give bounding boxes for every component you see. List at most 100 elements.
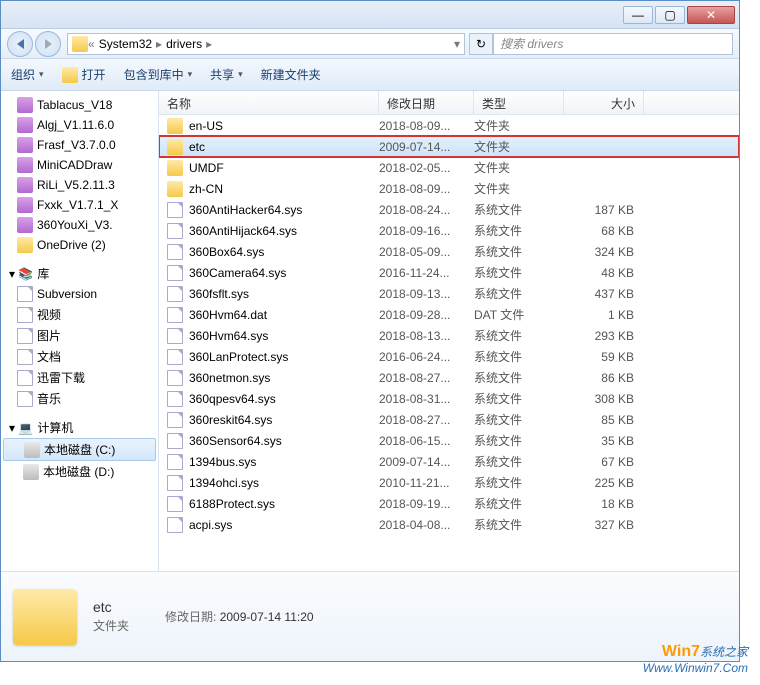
share-menu[interactable]: 共享 bbox=[210, 66, 243, 83]
tree-item[interactable]: 视频 bbox=[3, 304, 156, 325]
rar-icon bbox=[17, 137, 33, 153]
tree-item[interactable]: 文档 bbox=[3, 346, 156, 367]
tree-item[interactable]: MiniCADDraw bbox=[3, 155, 156, 175]
breadcrumb-item[interactable]: drivers bbox=[162, 37, 206, 51]
tree-item[interactable]: 迅雷下载 bbox=[3, 367, 156, 388]
details-type: 文件夹 bbox=[93, 617, 129, 634]
table-row[interactable]: 360Box64.sys2018-05-09...系统文件324 KB bbox=[159, 241, 739, 262]
table-row[interactable]: 360Hvm64.sys2018-08-13...系统文件293 KB bbox=[159, 325, 739, 346]
file-icon bbox=[167, 433, 183, 449]
breadcrumb[interactable]: « System32 ▸ drivers ▸ ▾ bbox=[67, 33, 465, 55]
folder-icon bbox=[72, 36, 88, 52]
column-headers: 名称 修改日期 类型 大小 bbox=[159, 91, 739, 115]
tree-drive[interactable]: 本地磁盘 (D:) bbox=[3, 461, 156, 482]
folder-icon bbox=[167, 139, 183, 155]
tree-libraries[interactable]: ▾ 📚 库 bbox=[3, 263, 156, 284]
breadcrumb-item[interactable]: System32 bbox=[95, 37, 156, 51]
folder-icon bbox=[167, 160, 183, 176]
new-folder-button[interactable]: 新建文件夹 bbox=[261, 66, 321, 83]
lib-icon bbox=[17, 286, 33, 302]
table-row[interactable]: 1394ohci.sys2010-11-21...系统文件225 KB bbox=[159, 472, 739, 493]
col-date[interactable]: 修改日期 bbox=[379, 91, 474, 114]
file-icon bbox=[167, 307, 183, 323]
folder-icon bbox=[13, 589, 77, 645]
lib-icon bbox=[17, 328, 33, 344]
drive-icon bbox=[23, 464, 39, 480]
file-icon bbox=[167, 370, 183, 386]
table-row[interactable]: en-US2018-08-09...文件夹 bbox=[159, 115, 739, 136]
folder-icon bbox=[17, 237, 33, 253]
table-row[interactable]: UMDF2018-02-05...文件夹 bbox=[159, 157, 739, 178]
tree-item[interactable]: 360YouXi_V3. bbox=[3, 215, 156, 235]
lib-icon bbox=[17, 349, 33, 365]
titlebar: — ▢ ✕ bbox=[1, 1, 739, 29]
tree-item[interactable]: Subversion bbox=[3, 284, 156, 304]
table-row[interactable]: 360reskit64.sys2018-08-27...系统文件85 KB bbox=[159, 409, 739, 430]
list-pane: 名称 修改日期 类型 大小 en-US2018-08-09...文件夹etc20… bbox=[159, 91, 739, 571]
tree-item[interactable]: Algj_V1.11.6.0 bbox=[3, 115, 156, 135]
minimize-button[interactable]: — bbox=[623, 6, 653, 24]
table-row[interactable]: 360AntiHacker64.sys2018-08-24...系统文件187 … bbox=[159, 199, 739, 220]
tree-item[interactable]: 音乐 bbox=[3, 388, 156, 409]
close-button[interactable]: ✕ bbox=[687, 6, 735, 24]
open-button[interactable]: 打开 bbox=[62, 66, 106, 83]
organize-menu[interactable]: 组织 bbox=[11, 66, 44, 83]
maximize-button[interactable]: ▢ bbox=[655, 6, 685, 24]
forward-button[interactable] bbox=[35, 31, 61, 57]
file-icon bbox=[167, 517, 183, 533]
refresh-button[interactable]: ↻ bbox=[469, 33, 493, 55]
search-input[interactable]: 搜索 drivers bbox=[493, 33, 733, 55]
details-pane: etc 文件夹 修改日期: 2009-07-14 11:20 bbox=[1, 571, 739, 661]
drive-icon bbox=[24, 442, 40, 458]
include-library-menu[interactable]: 包含到库中 bbox=[124, 66, 193, 83]
lib-icon bbox=[17, 307, 33, 323]
open-icon bbox=[62, 67, 78, 83]
toolbar: 组织 打开 包含到库中 共享 新建文件夹 bbox=[1, 59, 739, 91]
col-type[interactable]: 类型 bbox=[474, 91, 564, 114]
rar-icon bbox=[17, 217, 33, 233]
file-icon bbox=[167, 496, 183, 512]
file-icon bbox=[167, 328, 183, 344]
body: Tablacus_V18Algj_V1.11.6.0Frasf_V3.7.0.0… bbox=[1, 91, 739, 571]
tree-item[interactable]: Frasf_V3.7.0.0 bbox=[3, 135, 156, 155]
table-row[interactable]: acpi.sys2018-04-08...系统文件327 KB bbox=[159, 514, 739, 535]
col-name[interactable]: 名称 bbox=[159, 91, 379, 114]
tree-computer[interactable]: ▾ 💻 计算机 bbox=[3, 417, 156, 438]
tree-item[interactable]: OneDrive (2) bbox=[3, 235, 156, 255]
table-row[interactable]: 1394bus.sys2009-07-14...系统文件67 KB bbox=[159, 451, 739, 472]
table-row[interactable]: 360qpesv64.sys2018-08-31...系统文件308 KB bbox=[159, 388, 739, 409]
back-button[interactable] bbox=[7, 31, 33, 57]
table-row[interactable]: 360Hvm64.dat2018-09-28...DAT 文件1 KB bbox=[159, 304, 739, 325]
watermark: Win7系统之家 Www.Winwin7.Com bbox=[643, 643, 748, 675]
lib-icon bbox=[17, 370, 33, 386]
table-row[interactable]: etc2009-07-14...文件夹 bbox=[159, 136, 739, 157]
table-row[interactable]: 360Camera64.sys2016-11-24...系统文件48 KB bbox=[159, 262, 739, 283]
table-row[interactable]: 360Sensor64.sys2018-06-15...系统文件35 KB bbox=[159, 430, 739, 451]
file-icon bbox=[167, 349, 183, 365]
folder-icon bbox=[167, 181, 183, 197]
file-icon bbox=[167, 391, 183, 407]
tree-item[interactable]: RiLi_V5.2.11.3 bbox=[3, 175, 156, 195]
rar-icon bbox=[17, 97, 33, 113]
file-list[interactable]: en-US2018-08-09...文件夹etc2009-07-14...文件夹… bbox=[159, 115, 739, 571]
tree-drive[interactable]: 本地磁盘 (C:) bbox=[3, 438, 156, 461]
file-icon bbox=[167, 265, 183, 281]
tree-item[interactable]: Tablacus_V18 bbox=[3, 95, 156, 115]
explorer-window: — ▢ ✕ « System32 ▸ drivers ▸ ▾ ↻ 搜索 driv… bbox=[0, 0, 740, 662]
table-row[interactable]: 360netmon.sys2018-08-27...系统文件86 KB bbox=[159, 367, 739, 388]
table-row[interactable]: zh-CN2018-08-09...文件夹 bbox=[159, 178, 739, 199]
rar-icon bbox=[17, 117, 33, 133]
rar-icon bbox=[17, 157, 33, 173]
file-icon bbox=[167, 244, 183, 260]
nav-bar: « System32 ▸ drivers ▸ ▾ ↻ 搜索 drivers bbox=[1, 29, 739, 59]
table-row[interactable]: 6188Protect.sys2018-09-19...系统文件18 KB bbox=[159, 493, 739, 514]
table-row[interactable]: 360fsflt.sys2018-09-13...系统文件437 KB bbox=[159, 283, 739, 304]
tree-pane[interactable]: Tablacus_V18Algj_V1.11.6.0Frasf_V3.7.0.0… bbox=[1, 91, 159, 571]
table-row[interactable]: 360AntiHijack64.sys2018-09-16...系统文件68 K… bbox=[159, 220, 739, 241]
tree-item[interactable]: 图片 bbox=[3, 325, 156, 346]
rar-icon bbox=[17, 177, 33, 193]
table-row[interactable]: 360LanProtect.sys2016-06-24...系统文件59 KB bbox=[159, 346, 739, 367]
col-size[interactable]: 大小 bbox=[564, 91, 644, 114]
tree-item[interactable]: Fxxk_V1.7.1_X bbox=[3, 195, 156, 215]
file-icon bbox=[167, 475, 183, 491]
